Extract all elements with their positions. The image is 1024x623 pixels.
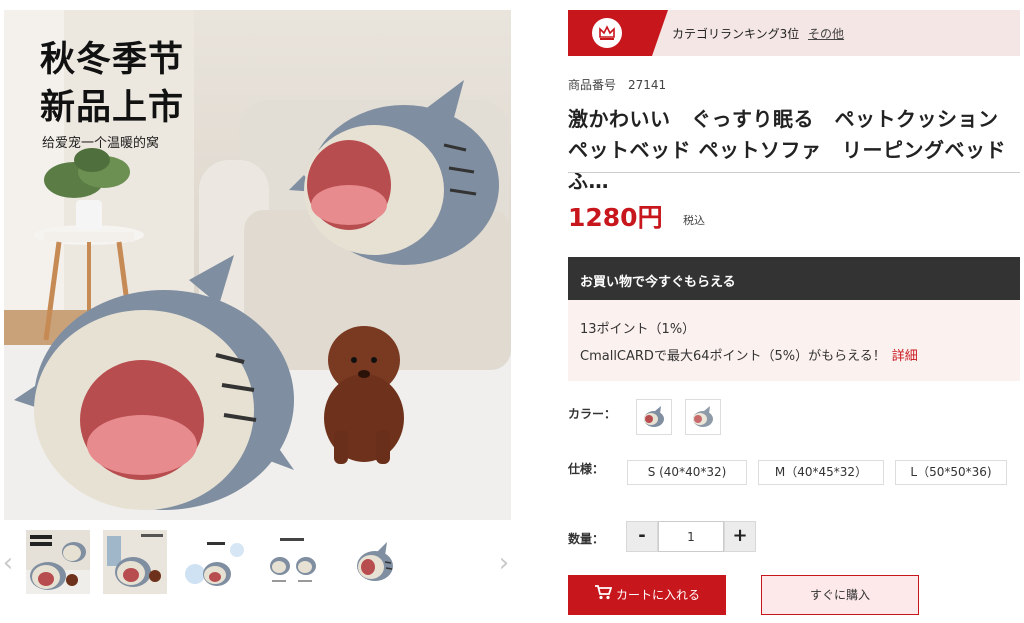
points-panel: お買い物で今すぐもらえる 13ポイント（1%） CmallCARDで最大64ポイ…: [568, 257, 1020, 381]
thumbnail-1[interactable]: [26, 530, 90, 594]
add-to-cart-button[interactable]: カートに入れる: [568, 575, 726, 615]
crown-icon: [592, 18, 622, 48]
add-to-cart-label: カートに入れる: [615, 588, 700, 602]
points-header: お買い物で今すぐもらえる: [568, 257, 1020, 300]
points-line-2-wrap: CmallCARDで最大64ポイント（5%）がもらえる！ 詳細: [580, 343, 1008, 370]
promo-line-2: 新品上市: [40, 88, 185, 128]
ranking-badge: [568, 10, 668, 56]
promo-subtitle: 给爱宠一个温暖的窝: [42, 136, 160, 151]
quantity-minus-button[interactable]: -: [626, 521, 658, 552]
product-sku: 商品番号 27141: [568, 76, 666, 93]
ranking-text: カテゴリランキング3位: [672, 27, 800, 41]
size-option-l[interactable]: L（50*50*36): [895, 460, 1007, 485]
thumbnail-2[interactable]: [103, 530, 167, 594]
thumbnail-strip: ‹ ›: [0, 530, 515, 602]
points-detail-link[interactable]: 詳細: [892, 349, 918, 364]
size-label: 仕様：: [568, 462, 605, 476]
promo-line-1: 秋冬季节: [40, 40, 185, 80]
thumbnail-5[interactable]: [343, 530, 407, 594]
quantity-plus-button[interactable]: +: [724, 521, 756, 552]
tax-label: 税込: [683, 214, 705, 227]
product-title: 激かわいい ぐっすり眠る ペットクッション ペットベッド ペットソファ リーピン…: [568, 107, 1024, 193]
size-option-s[interactable]: S (40*40*32): [627, 460, 747, 485]
points-line-1: 13ポイント（1%）: [580, 322, 696, 337]
quantity-input[interactable]: [658, 521, 724, 552]
thumbnail-next-icon[interactable]: ›: [496, 548, 512, 578]
thumbnail-4[interactable]: [262, 530, 326, 594]
ranking-bar: カテゴリランキング3位 その他: [568, 10, 1020, 56]
title-divider: [568, 172, 1020, 173]
color-label: カラー：: [568, 407, 617, 421]
thumbnail-prev-icon[interactable]: ‹: [0, 548, 16, 578]
cart-icon: [594, 576, 613, 616]
product-price: 1280円: [568, 203, 663, 232]
main-product-image[interactable]: 秋冬季节 新品上市 给爱宠一个温暖的窝: [4, 10, 511, 520]
promo-headline: 秋冬季节 新品上市: [40, 36, 184, 132]
buy-now-button[interactable]: すぐに購入: [761, 575, 919, 615]
sku-label: 商品番号: [568, 78, 617, 92]
points-line-2: CmallCARDで最大64ポイント（5%）がもらえる！: [580, 349, 886, 364]
thumbnail-3[interactable]: [183, 530, 247, 594]
ranking-other-link[interactable]: その他: [808, 25, 844, 42]
sku-value: 27141: [628, 78, 667, 92]
quantity-label: 数量：: [568, 532, 605, 546]
points-body: 13ポイント（1%） CmallCARDで最大64ポイント（5%）がもらえる！ 詳…: [568, 300, 1020, 381]
size-option-m[interactable]: M（40*45*32）: [758, 460, 884, 485]
color-swatch-1[interactable]: [636, 399, 672, 435]
color-swatch-2[interactable]: [685, 399, 721, 435]
